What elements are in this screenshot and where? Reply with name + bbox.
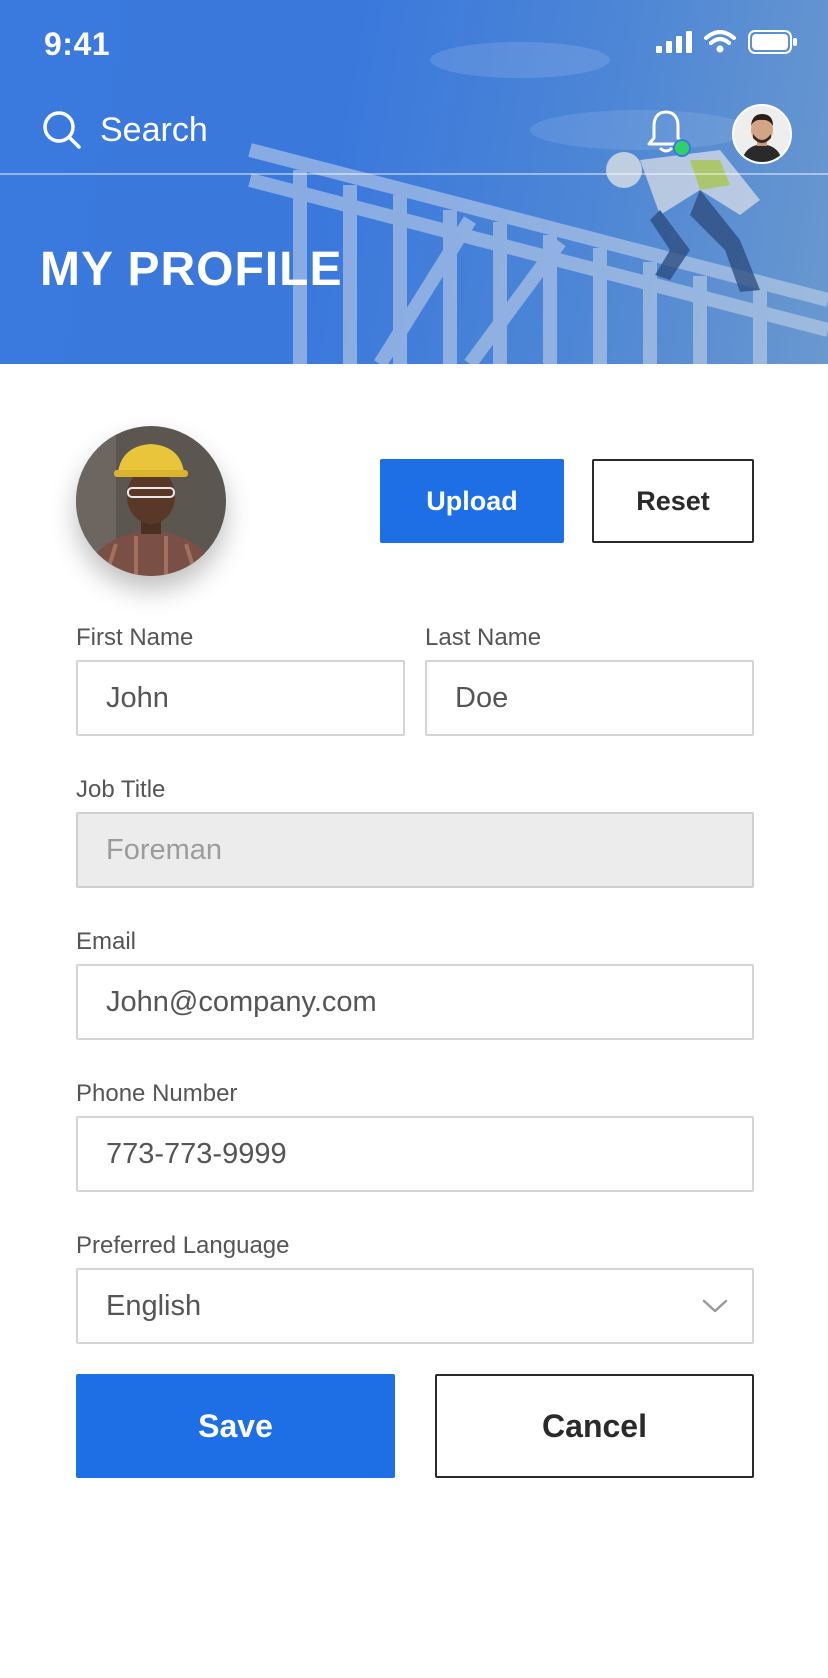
search-icon bbox=[43, 111, 81, 149]
avatar-portrait bbox=[734, 106, 790, 162]
job-title-field: Foreman bbox=[76, 812, 754, 888]
profile-photo bbox=[76, 426, 226, 576]
cellular-signal-icon bbox=[656, 31, 692, 53]
chevron-down-icon bbox=[702, 1299, 728, 1313]
language-value: English bbox=[106, 1289, 202, 1322]
header-banner: 9:41 Search MY PROFILE bbox=[0, 0, 828, 364]
status-time: 9:41 bbox=[44, 26, 111, 62]
wifi-icon bbox=[704, 30, 736, 53]
user-avatar[interactable] bbox=[732, 104, 792, 164]
first-name-field[interactable]: John bbox=[76, 660, 405, 736]
phone-label: Phone Number bbox=[76, 1080, 238, 1107]
language-label: Preferred Language bbox=[76, 1232, 290, 1259]
notification-dot bbox=[673, 139, 691, 157]
email-field[interactable]: John@company.com bbox=[76, 964, 754, 1040]
cancel-button[interactable]: Cancel bbox=[435, 1374, 754, 1478]
notifications-button[interactable] bbox=[646, 108, 691, 157]
battery-icon bbox=[748, 30, 797, 54]
email-label: Email bbox=[76, 928, 137, 955]
reset-button[interactable]: Reset bbox=[592, 459, 754, 543]
language-select[interactable]: English bbox=[76, 1268, 754, 1344]
save-button[interactable]: Save bbox=[76, 1374, 395, 1478]
search-bar[interactable]: Search bbox=[42, 110, 208, 150]
header-toolbar: Search bbox=[0, 98, 828, 172]
job-title-label: Job Title bbox=[76, 776, 166, 803]
status-bar: 9:41 bbox=[0, 0, 828, 90]
phone-field[interactable]: 773-773-9999 bbox=[76, 1116, 754, 1192]
upload-button[interactable]: Upload bbox=[380, 459, 564, 543]
first-name-label: First Name bbox=[76, 624, 194, 651]
profile-portrait bbox=[76, 426, 226, 576]
last-name-label: Last Name bbox=[425, 624, 542, 651]
status-icons bbox=[656, 30, 798, 54]
search-label: Search bbox=[100, 110, 208, 149]
last-name-field[interactable]: Doe bbox=[425, 660, 754, 736]
page-title: MY PROFILE bbox=[40, 243, 343, 296]
header-divider bbox=[0, 173, 828, 175]
